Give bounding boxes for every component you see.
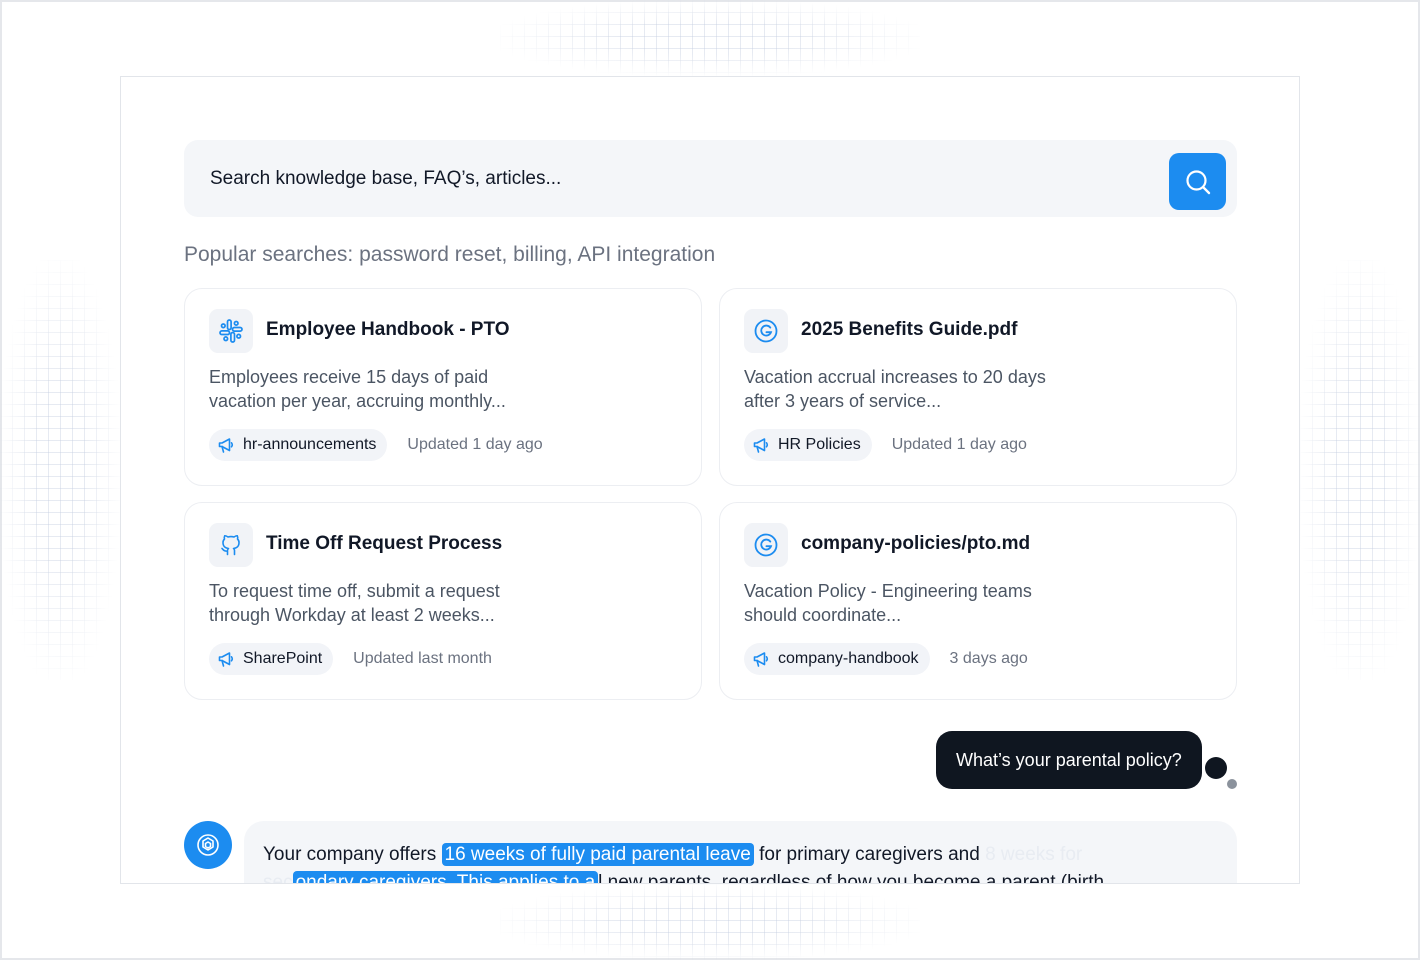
answer-faded-text: 8 weeks for — [985, 844, 1083, 865]
chip-label: hr-announcements — [243, 436, 377, 453]
slack-icon — [209, 309, 253, 353]
search-icon — [1185, 169, 1210, 194]
megaphone-icon — [218, 438, 234, 453]
result-card[interactable]: Employee Handbook - PTO Employees receiv… — [184, 288, 702, 486]
card-title: Employee Handbook - PTO — [266, 319, 510, 340]
source-chip[interactable]: company-handbook — [744, 643, 930, 675]
github-icon — [209, 523, 253, 567]
result-card[interactable]: Time Off Request Process To request time… — [184, 502, 702, 700]
answer-highlight: 16 weeks of fully paid parental leave — [441, 843, 754, 866]
card-title: Time Off Request Process — [266, 533, 503, 554]
user-bubble-tail — [1205, 757, 1227, 779]
card-snippet: Vacation Policy - Engineering teams shou… — [744, 579, 1144, 627]
grid-decoration-right — [1300, 260, 1420, 680]
card-snippet-line: through Workday at least 2 weeks... — [209, 605, 495, 625]
google-icon — [744, 523, 788, 567]
answer-text: Your company offers — [263, 844, 437, 865]
card-title: company-policies/pto.md — [801, 533, 1031, 554]
typing-dot — [1227, 779, 1237, 789]
grid-decoration-bottom — [500, 884, 920, 960]
answer-highlight: ondary caregivers. This applies to a — [292, 871, 599, 883]
card-title: 2025 Benefits Guide.pdf — [801, 319, 1018, 340]
user-message-bubble: What’s your parental policy? — [936, 731, 1202, 789]
card-footer: hr-announcements Updated 1 day ago — [209, 429, 543, 461]
answer-text: for primary caregivers and — [759, 844, 980, 865]
updated-time: Updated 1 day ago — [891, 436, 1027, 453]
card-footer: HR Policies Updated 1 day ago — [744, 429, 1027, 461]
search-input[interactable]: Search knowledge base, FAQ’s, articles..… — [184, 140, 1237, 217]
card-snippet-line: Employees receive 15 days of paid — [209, 367, 489, 387]
card-snippet-line: Vacation accrual increases to 20 days — [744, 367, 1046, 387]
chip-label: company-handbook — [778, 650, 919, 667]
card-snippet: To request time off, submit a request th… — [209, 579, 609, 627]
grid-decoration-left — [0, 260, 120, 680]
updated-time: 3 days ago — [949, 650, 1028, 667]
result-card[interactable]: company-policies/pto.md Vacation Policy … — [719, 502, 1237, 700]
megaphone-icon — [753, 438, 769, 453]
grid-decoration-top — [500, 0, 920, 76]
card-footer: company-handbook 3 days ago — [744, 643, 1028, 675]
card-snippet-line: should coordinate... — [744, 605, 902, 625]
megaphone-icon — [218, 652, 234, 667]
card-snippet: Employees receive 15 days of paid vacati… — [209, 365, 609, 413]
ai-assistant-icon — [184, 821, 232, 869]
search-placeholder: Search knowledge base, FAQ’s, articles..… — [210, 167, 562, 189]
source-chip[interactable]: HR Policies — [744, 429, 872, 461]
card-snippet-line: Vacation Policy - Engineering teams — [744, 581, 1032, 601]
card-snippet-line: after 3 years of service... — [744, 391, 942, 411]
chip-label: SharePoint — [243, 650, 323, 667]
google-icon — [744, 309, 788, 353]
user-message-text: What’s your parental policy? — [956, 749, 1182, 770]
megaphone-icon — [753, 652, 769, 667]
answer-faded-text: sec — [263, 872, 293, 884]
card-snippet: Vacation accrual increases to 20 days af… — [744, 365, 1144, 413]
updated-time: Updated last month — [353, 650, 492, 667]
result-card[interactable]: 2025 Benefits Guide.pdf Vacation accrual… — [719, 288, 1237, 486]
answer-text: l new parents, regardless of how you bec… — [598, 872, 1110, 884]
card-snippet-line: vacation per year, accruing monthly... — [209, 391, 506, 411]
search-button[interactable] — [1169, 153, 1226, 210]
popular-searches: Popular searches: password reset, billin… — [184, 243, 716, 266]
source-chip[interactable]: hr-announcements — [209, 429, 388, 461]
assistant-message-bubble: Your company offers 16 weeks of fully pa… — [244, 821, 1237, 884]
card-snippet-line: To request time off, submit a request — [209, 581, 500, 601]
updated-time: Updated 1 day ago — [407, 436, 543, 453]
source-chip[interactable]: SharePoint — [209, 643, 334, 675]
card-footer: SharePoint Updated last month — [209, 643, 492, 675]
chip-label: HR Policies — [778, 436, 861, 453]
knowledge-base-panel: Search knowledge base, FAQ’s, articles..… — [120, 76, 1300, 884]
